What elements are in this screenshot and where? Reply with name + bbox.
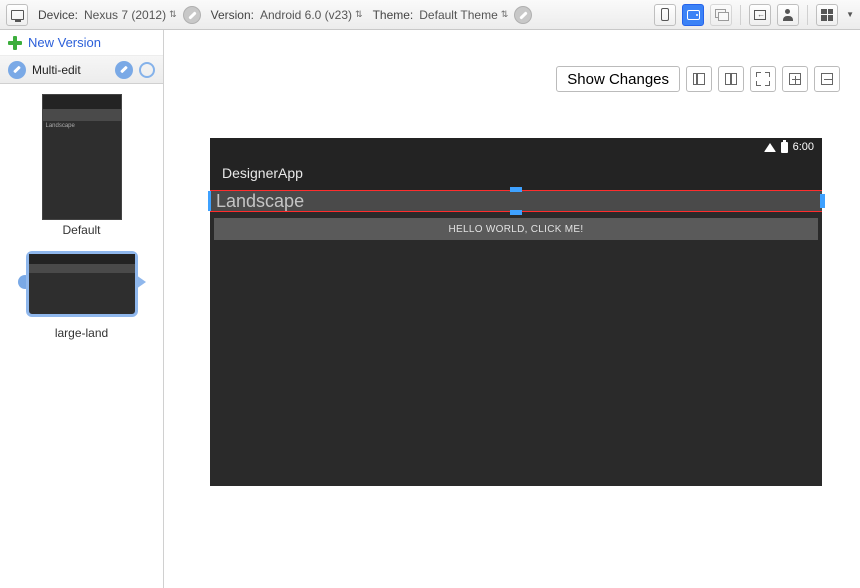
app-bar: DesignerApp (210, 156, 822, 190)
align-left-button[interactable] (686, 66, 712, 92)
monitor-icon (11, 10, 24, 20)
pencil-icon-2[interactable] (115, 61, 133, 79)
selection-handle-left[interactable] (208, 191, 211, 211)
app-title: DesignerApp (222, 165, 303, 181)
device-preview: 6:00 DesignerApp Landscape HELLO WORLD, … (210, 138, 822, 486)
variant-large-land[interactable]: large-land (20, 245, 144, 340)
device-edit-icon[interactable] (183, 6, 201, 24)
version-selector[interactable]: Android 6.0 (v23)⇅ (260, 8, 363, 22)
theme-label: Theme: (373, 8, 414, 22)
selection-handle-right[interactable] (820, 194, 825, 208)
dropdown-icon: ⇅ (169, 10, 177, 19)
accessibility-button[interactable] (749, 4, 771, 26)
top-toolbar: Device: Nexus 7 (2012)⇅ Version: Android… (0, 0, 860, 30)
plus-icon (8, 36, 22, 50)
zoom-in-button[interactable] (782, 66, 808, 92)
new-version-label: New Version (28, 35, 101, 50)
show-changes-button[interactable]: Show Changes (556, 66, 680, 92)
dropdown-icon: ⇅ (355, 10, 363, 19)
person-icon (783, 9, 793, 21)
multi-edit-label: Multi-edit (32, 63, 109, 77)
new-version-button[interactable]: New Version (0, 30, 163, 56)
preview-button[interactable]: HELLO WORLD, CLICK ME! (214, 218, 818, 240)
access-icon (754, 10, 766, 20)
variant-thumbnails: Landscape Default large-land (0, 84, 163, 350)
layout-grid-button[interactable] (816, 4, 838, 26)
selection-handle-bottom[interactable] (510, 210, 522, 215)
orientation-landscape-button[interactable] (682, 4, 704, 26)
thumbnail-portrait: Landscape (42, 94, 122, 220)
phone-icon (661, 8, 669, 21)
thumbnail-landscape (26, 251, 138, 317)
separator (740, 5, 741, 25)
layers-button[interactable] (710, 4, 732, 26)
thumbnail-label: large-land (55, 326, 108, 340)
canvas-toolbar: Show Changes (556, 66, 840, 92)
align-center-button[interactable] (718, 66, 744, 92)
battery-icon (781, 142, 788, 153)
selected-textview-wrap: Landscape (210, 190, 822, 212)
status-bar: 6:00 (210, 138, 822, 156)
view-mode-button[interactable] (6, 4, 28, 26)
selected-textview[interactable]: Landscape (210, 190, 822, 212)
variant-default[interactable]: Landscape Default (42, 94, 122, 237)
version-label: Version: (211, 8, 254, 22)
selection-handle-top[interactable] (510, 187, 522, 192)
body-area: New Version Multi-edit Landscape Default (0, 30, 860, 588)
tablet-icon (687, 10, 700, 20)
fit-window-button[interactable] (750, 66, 776, 92)
theme-selector[interactable]: Default Theme⇅ (419, 8, 508, 22)
dropdown-arrow-icon[interactable]: ▼ (846, 10, 854, 19)
dropdown-icon: ⇅ (501, 10, 509, 19)
status-clock: 6:00 (793, 141, 814, 153)
layers-icon (715, 9, 727, 21)
pencil-icon[interactable] (8, 61, 26, 79)
device-label: Device: (38, 8, 78, 22)
multi-edit-row: Multi-edit (0, 56, 163, 84)
separator (807, 5, 808, 25)
theme-edit-icon[interactable] (514, 6, 532, 24)
wifi-icon (764, 143, 776, 152)
grid-icon (821, 9, 833, 21)
handle-right-icon[interactable] (136, 275, 146, 289)
ring-icon[interactable] (139, 62, 155, 78)
device-selector[interactable]: Nexus 7 (2012)⇅ (84, 8, 177, 22)
thumbnail-label: Default (62, 223, 100, 237)
user-button[interactable] (777, 4, 799, 26)
sidebar: New Version Multi-edit Landscape Default (0, 30, 164, 588)
orientation-portrait-button[interactable] (654, 4, 676, 26)
canvas-area: Show Changes 6:00 DesignerApp Landscape (164, 30, 860, 588)
zoom-out-button[interactable] (814, 66, 840, 92)
